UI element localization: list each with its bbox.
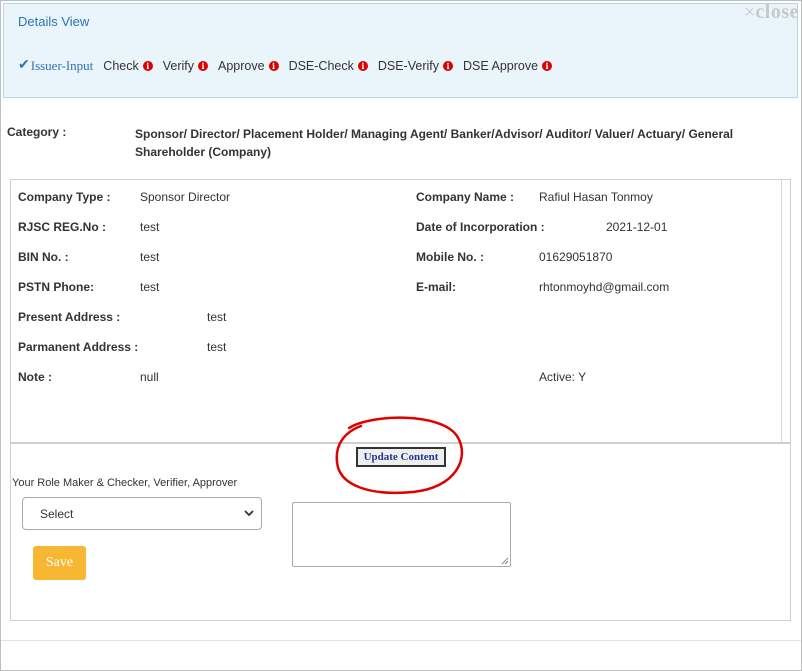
incorporation-value: 2021-12-01 xyxy=(606,220,668,234)
close-label: close xyxy=(755,1,799,23)
info-icon: i xyxy=(357,60,368,71)
modal-header: Details View ✔ Issuer-Input Check i Veri… xyxy=(3,3,798,98)
step-label: Issuer-Input xyxy=(30,57,94,73)
role-select[interactable]: Select xyxy=(22,497,262,530)
present-address-label: Present Address : xyxy=(18,310,121,324)
present-address-value: test xyxy=(207,310,227,324)
step-verify: Verify i xyxy=(163,59,208,73)
mobile-label: Mobile No. : xyxy=(416,250,484,264)
email-label: E-mail: xyxy=(416,280,457,294)
info-icon: i xyxy=(542,60,553,71)
role-select-value: Select xyxy=(40,507,74,521)
mobile-value: 01629051870 xyxy=(539,250,613,264)
incorporation-label: Date of Incorporation : xyxy=(416,220,545,234)
step-label: DSE-Check xyxy=(288,58,354,73)
step-label: Check xyxy=(103,58,139,73)
note-value: null xyxy=(140,370,159,384)
role-description: Your Role Maker & Checker, Verifier, App… xyxy=(12,477,238,489)
workflow-steps: ✔ Issuer-Input Check i Verify i Approve … xyxy=(18,57,562,74)
rjsc-value: test xyxy=(140,220,160,234)
permanent-address-value: test xyxy=(207,340,227,354)
remarks-textarea[interactable] xyxy=(292,502,511,567)
close-button[interactable]: ×close xyxy=(744,1,799,24)
modal-title: Details View xyxy=(18,14,90,29)
chevron-down-icon xyxy=(243,507,255,522)
company-type-label: Company Type : xyxy=(18,190,111,204)
category-value: Sponsor/ Director/ Placement Holder/ Man… xyxy=(135,127,734,159)
company-name-value: Rafiul Hasan Tonmoy xyxy=(539,190,653,204)
step-label: Approve xyxy=(218,58,265,73)
pstn-label: PSTN Phone: xyxy=(18,280,95,294)
step-dse-verify: DSE-Verify i xyxy=(378,59,453,73)
footer-divider xyxy=(1,640,801,641)
annotation-circle xyxy=(335,416,464,495)
details-modal: Details View ✔ Issuer-Input Check i Veri… xyxy=(0,0,802,671)
step-label: DSE-Verify xyxy=(377,58,439,73)
company-name-label: Company Name : xyxy=(416,190,515,204)
category-label: Category : xyxy=(7,125,67,139)
details-panel xyxy=(10,179,791,443)
info-icon: i xyxy=(443,60,453,71)
permanent-address-label: Parmanent Address : xyxy=(18,340,139,354)
active-status: Active: Y xyxy=(539,370,587,384)
rjsc-label: RJSC REG.No : xyxy=(18,220,107,234)
info-icon: i xyxy=(268,60,279,71)
pstn-value: test xyxy=(140,280,160,294)
step-dse-approve: DSE Approve i xyxy=(463,58,553,73)
step-dse-check: DSE-Check i xyxy=(289,59,368,73)
step-check: Check i xyxy=(103,58,153,73)
info-icon: i xyxy=(198,60,208,71)
info-icon: i xyxy=(142,60,153,71)
save-button[interactable]: Save xyxy=(33,546,86,580)
step-label: Verify xyxy=(162,58,194,73)
step-label: DSE Approve xyxy=(463,58,539,73)
step-issuer-input: ✔ Issuer-Input xyxy=(18,57,93,74)
close-icon: × xyxy=(744,2,756,23)
details-scrollbar[interactable] xyxy=(781,179,791,443)
company-type-value: Sponsor Director xyxy=(140,190,231,204)
step-approve: Approve i xyxy=(218,59,279,73)
bin-value: test xyxy=(140,250,160,264)
bin-label: BIN No. : xyxy=(18,250,69,264)
email-value: rhtonmoyhd@gmail.com xyxy=(539,280,670,294)
check-icon: ✔ xyxy=(18,58,30,73)
note-label: Note : xyxy=(18,370,52,384)
resize-grip-icon[interactable] xyxy=(499,555,509,565)
